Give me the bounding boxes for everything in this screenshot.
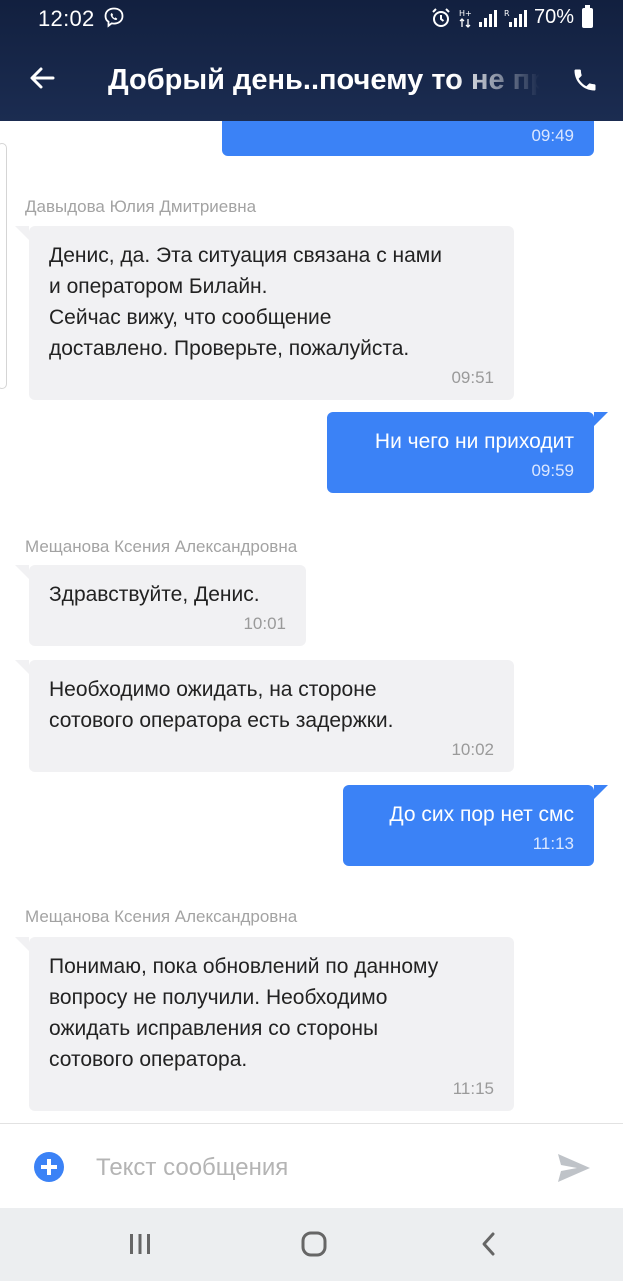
message-list[interactable]: 09:49 Давыдова Юлия Дмитриевна Денис, да… [0, 121, 623, 1123]
viber-icon [102, 6, 126, 30]
recent-apps-button[interactable] [120, 1226, 160, 1262]
recent-apps-icon [130, 1234, 150, 1254]
home-icon [301, 1231, 327, 1257]
status-indicators: H+ R 70% [430, 4, 593, 29]
outgoing-message[interactable]: Ни чего ни приходит 09:59 [327, 412, 608, 493]
status-time: 12:02 [38, 6, 95, 31]
message-composer [0, 1123, 623, 1208]
message-time: 09:49 [531, 126, 574, 145]
message-input[interactable] [96, 1148, 516, 1188]
sender-name: Мещанова Ксения Александровна [25, 907, 298, 926]
outgoing-message[interactable]: 09:49 [222, 121, 594, 156]
plus-circle-icon[interactable] [34, 1152, 64, 1182]
send-icon [558, 1154, 590, 1182]
signal-r-icon: R [504, 8, 528, 28]
message-text: Необходимо ожидать, на стороне сотового … [49, 678, 394, 732]
system-navigation-bar [0, 1208, 623, 1281]
incoming-message[interactable]: Здравствуйте, Денис. 10:01 [15, 565, 306, 646]
message-text: Понимаю, пока обновлений по данному вопр… [49, 955, 439, 1071]
incoming-message[interactable]: Понимаю, пока обновлений по данному вопр… [15, 937, 514, 1111]
status-bar: 12:02 H+ R 70% [0, 0, 623, 38]
arrow-left-icon [30, 67, 55, 89]
back-button[interactable] [22, 58, 62, 98]
message-text: До сих пор нет смс [389, 803, 574, 826]
battery-icon [582, 4, 593, 28]
svg-text:H+: H+ [459, 9, 472, 18]
message-time: 10:02 [451, 740, 494, 759]
incoming-message[interactable]: Денис, да. Эта ситуация связана с нами и… [15, 226, 514, 400]
send-button[interactable] [556, 1152, 592, 1184]
sender-name: Мещанова Ксения Александровна [25, 537, 298, 556]
message-time: 10:01 [243, 614, 286, 633]
alarm-icon [430, 7, 452, 29]
battery-percent: 70% [533, 6, 574, 28]
message-text: Здравствуйте, Денис. [49, 583, 260, 606]
call-button[interactable] [565, 60, 605, 100]
message-time: 09:59 [531, 461, 574, 480]
outgoing-message[interactable]: До сих пор нет смс 11:13 [343, 785, 608, 866]
message-time: 11:13 [532, 834, 574, 853]
sender-name: Давыдова Юлия Дмитриевна [25, 197, 257, 216]
chat-title-container[interactable]: Добрый день..почему то не пр [108, 58, 540, 102]
message-text: Ни чего ни приходит [374, 430, 574, 453]
message-time: 11:15 [452, 1079, 494, 1098]
data-arrows-icon: H+ [458, 7, 472, 29]
incoming-message[interactable]: Необходимо ожидать, на стороне сотового … [15, 660, 514, 772]
scroll-indicator [0, 143, 7, 389]
signal-icon [478, 8, 498, 28]
back-nav-icon [482, 1232, 495, 1256]
back-nav-button[interactable] [469, 1226, 509, 1262]
chat-header: Добрый день..почему то не пр [0, 38, 623, 121]
message-time: 09:51 [451, 368, 494, 387]
chat-title: Добрый день..почему то не пр [108, 64, 540, 96]
home-button[interactable] [294, 1226, 334, 1262]
chat-screen: 12:02 H+ R 70% Добрый день..почему то не… [0, 0, 623, 1281]
svg-text:R: R [504, 9, 510, 18]
top-bar: 12:02 H+ R 70% Добрый день..почему то не… [0, 0, 623, 121]
message-text: Денис, да. Эта ситуация связана с нами и… [49, 244, 442, 360]
phone-icon [574, 69, 596, 91]
